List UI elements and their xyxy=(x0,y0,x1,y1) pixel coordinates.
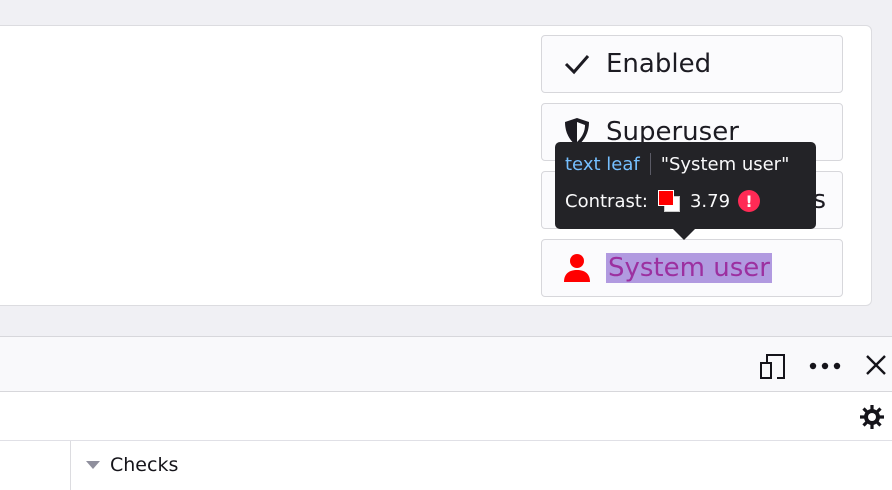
badge-label-highlighted: System user xyxy=(606,253,772,283)
checks-label: Checks xyxy=(110,454,179,476)
gear-icon[interactable] xyxy=(857,402,887,432)
accessibility-panel: Checks xyxy=(0,441,892,490)
accessibility-tooltip: text leaf "System user" Contrast: 3.79 ! xyxy=(555,142,816,240)
contrast-label: Contrast: xyxy=(565,190,648,212)
badge-label: Enabled xyxy=(606,49,712,79)
contrast-value: 3.79 xyxy=(689,190,731,212)
color-swatch-icon xyxy=(656,188,682,214)
tooltip-separator xyxy=(649,153,651,175)
panel-divider xyxy=(70,441,71,490)
exclamation-icon: ! xyxy=(738,190,761,212)
tooltip-node-text: "System user" xyxy=(660,153,790,175)
disclosure-triangle-icon xyxy=(86,461,100,469)
badge-enabled: Enabled xyxy=(541,35,843,93)
responsive-design-icon[interactable] xyxy=(758,351,788,381)
more-options-icon[interactable] xyxy=(807,351,843,381)
close-icon[interactable] xyxy=(861,350,891,380)
checkmark-icon xyxy=(562,49,592,79)
top-strip xyxy=(0,0,892,24)
checks-section-toggle[interactable]: Checks xyxy=(86,454,178,476)
badge-system-user: System user xyxy=(541,239,843,297)
devtools-toolbar xyxy=(0,336,892,392)
tooltip-node-type: text leaf xyxy=(565,153,640,175)
tooltip-arrow xyxy=(672,228,696,240)
settings-bar xyxy=(0,392,892,441)
user-icon xyxy=(562,253,592,283)
